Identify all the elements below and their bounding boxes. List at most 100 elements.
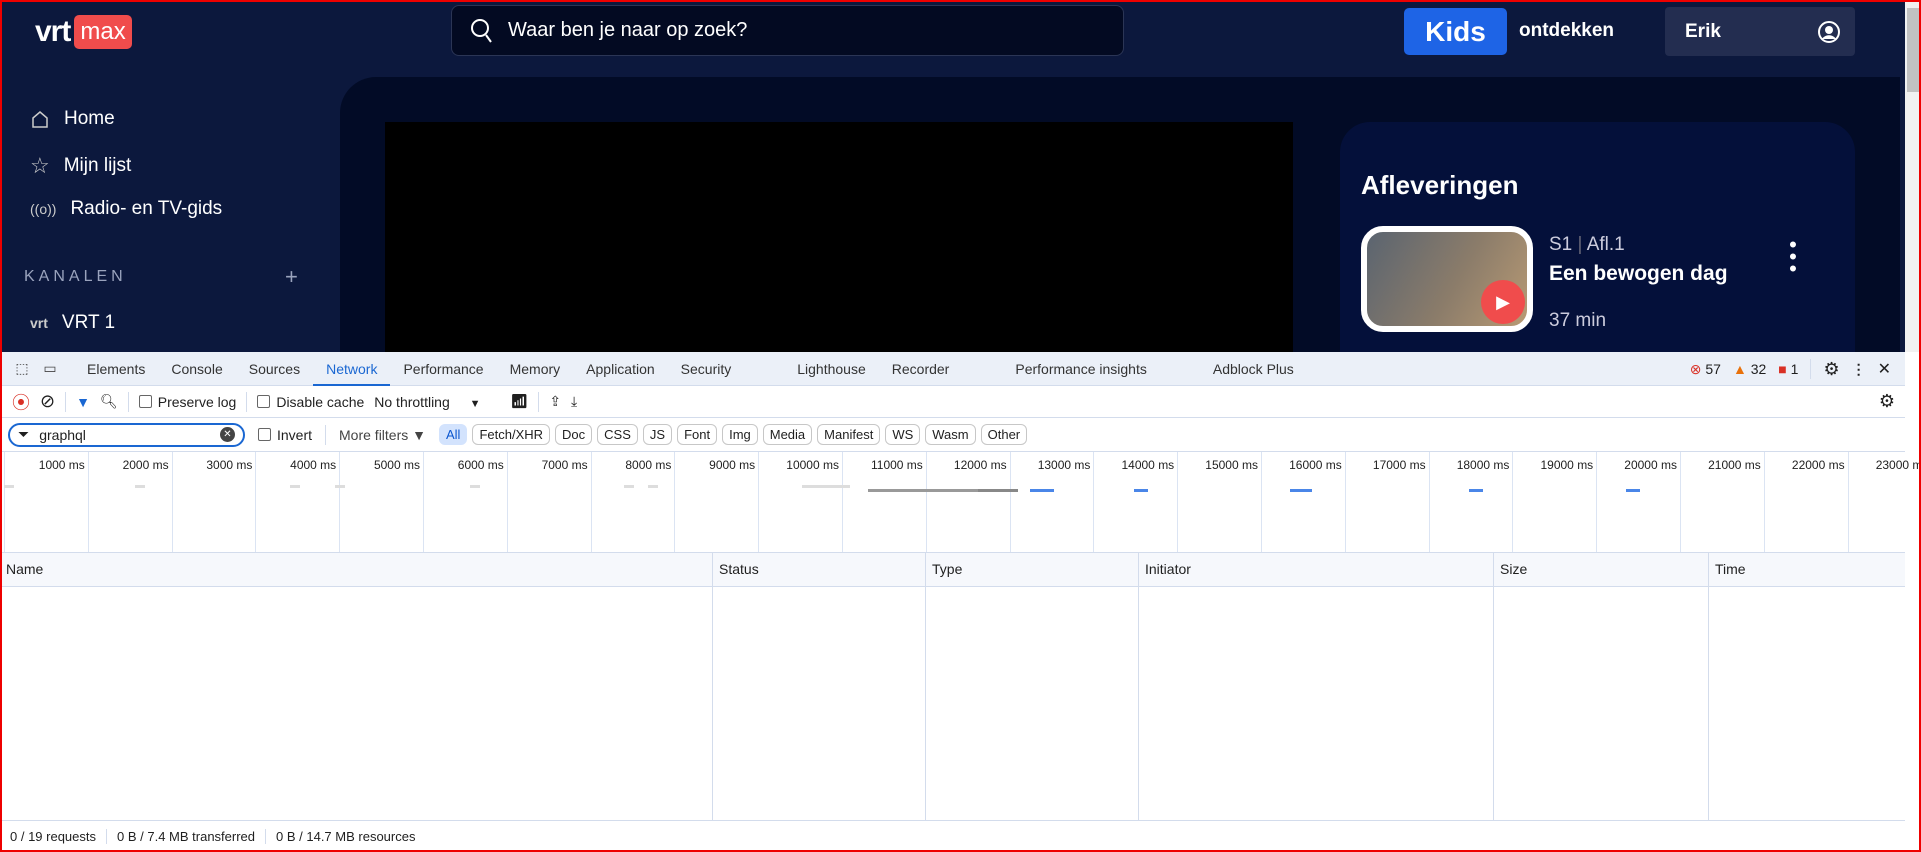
column-header-type[interactable]: Type bbox=[925, 553, 968, 821]
search-placeholder: Waar ben je naar op zoek? bbox=[508, 19, 748, 41]
tab-adblock-plus[interactable]: Adblock Plus bbox=[1200, 352, 1307, 386]
timeline-tick-label: 16000 ms bbox=[1289, 458, 1342, 472]
request-bar bbox=[802, 485, 850, 488]
timeline-tick: 9000 ms bbox=[674, 452, 758, 552]
timeline-tick: 23000 ms bbox=[1847, 452, 1921, 552]
requests-table: Name Status Type Initiator Size Time bbox=[0, 553, 1905, 821]
import-har-icon[interactable]: ⇪ bbox=[549, 393, 561, 410]
timeline-tick: 1000 ms bbox=[4, 452, 88, 552]
device-toolbar-icon[interactable]: ▭ bbox=[36, 360, 64, 377]
more-filters-dropdown[interactable]: More filters ▼ bbox=[339, 427, 426, 443]
request-bar bbox=[135, 485, 145, 488]
throttling-select[interactable]: No throttling ▼ bbox=[374, 394, 480, 410]
request-bar bbox=[1626, 489, 1640, 492]
vrt-max-logo[interactable]: vrt max bbox=[35, 15, 132, 49]
issues-badge[interactable]: ■ 1 bbox=[1778, 361, 1798, 377]
tab-lighthouse[interactable]: Lighthouse bbox=[784, 352, 879, 386]
column-header-size[interactable]: Size bbox=[1493, 553, 1533, 821]
search-icon[interactable]: 🔍︎ bbox=[100, 393, 118, 410]
column-label: Time bbox=[1715, 561, 1746, 577]
type-filter-js[interactable]: JS bbox=[642, 424, 673, 445]
type-filter-font[interactable]: Font bbox=[677, 424, 718, 445]
tab-recorder[interactable]: Recorder bbox=[879, 352, 963, 386]
issue-icon: ■ bbox=[1778, 361, 1787, 377]
resources-size: 0 B / 14.7 MB resources bbox=[276, 829, 416, 844]
disable-cache-checkbox[interactable]: Disable cache bbox=[257, 394, 364, 410]
timeline-tick: 11000 ms bbox=[842, 452, 926, 552]
discover-link[interactable]: ontdekken bbox=[1519, 20, 1614, 42]
timeline-tick-label: 21000 ms bbox=[1708, 458, 1761, 472]
column-header-status[interactable]: Status bbox=[712, 553, 765, 821]
video-player[interactable] bbox=[385, 122, 1293, 352]
user-menu-button[interactable]: Erik bbox=[1665, 7, 1855, 56]
channels-heading: KANALEN bbox=[24, 268, 127, 285]
tab-application[interactable]: Application bbox=[573, 352, 668, 386]
tab-performance-insights[interactable]: Performance insights bbox=[1002, 352, 1160, 386]
column-header-initiator[interactable]: Initiator bbox=[1138, 553, 1197, 821]
play-icon[interactable]: ▶ bbox=[1481, 280, 1525, 324]
sidebar-item-radio-tv-gids[interactable]: ((o)) Radio- en TV-gids bbox=[30, 198, 222, 220]
user-name: Erik bbox=[1685, 20, 1721, 42]
filter-icon[interactable]: ▼ bbox=[76, 394, 90, 410]
timeline-tick-label: 9000 ms bbox=[709, 458, 756, 472]
timeline-tick-label: 22000 ms bbox=[1791, 458, 1845, 472]
search-input[interactable]: Waar ben je naar op zoek? bbox=[451, 5, 1124, 56]
errors-badge[interactable]: ⊗ 57 bbox=[1690, 361, 1721, 378]
chevron-down-icon: ▼ bbox=[469, 397, 481, 410]
timeline-tick-label: 20000 ms bbox=[1624, 458, 1677, 472]
network-conditions-icon[interactable]: 📶︎ bbox=[511, 393, 529, 410]
type-filter-all[interactable]: All bbox=[439, 424, 468, 445]
filter-input[interactable]: ⏷ graphql ✕ bbox=[8, 422, 245, 447]
settings-icon[interactable]: ⚙ bbox=[1823, 359, 1839, 380]
inspect-element-icon[interactable]: ⬚ bbox=[8, 360, 36, 377]
type-filter-manifest[interactable]: Manifest bbox=[817, 424, 881, 445]
warnings-badge[interactable]: ▲ 32 bbox=[1733, 361, 1766, 377]
type-filter-css[interactable]: CSS bbox=[597, 424, 638, 445]
column-header-name[interactable]: Name bbox=[0, 553, 49, 821]
episode-thumbnail[interactable]: ▶ bbox=[1361, 226, 1533, 332]
timeline-tick: 21000 ms bbox=[1680, 452, 1764, 552]
invert-checkbox[interactable]: Invert bbox=[258, 427, 312, 443]
type-filter-fetch-xhr[interactable]: Fetch/XHR bbox=[472, 424, 551, 445]
network-settings-icon[interactable]: ⚙ bbox=[1879, 391, 1895, 412]
close-devtools-icon[interactable]: ✕ bbox=[1878, 359, 1891, 379]
clear-filter-icon[interactable]: ✕ bbox=[220, 427, 235, 442]
request-bar bbox=[1469, 489, 1483, 492]
record-stop-icon[interactable]: ⦿ bbox=[12, 389, 30, 415]
tab-sources[interactable]: Sources bbox=[236, 352, 313, 386]
type-filter-other[interactable]: Other bbox=[980, 424, 1028, 445]
export-har-icon[interactable]: ⤓ bbox=[571, 393, 577, 410]
type-filter-img[interactable]: Img bbox=[722, 424, 758, 445]
channel-item-vrt1[interactable]: vrt VRT 1 bbox=[30, 312, 115, 334]
episode-title[interactable]: Een bewogen dag bbox=[1549, 262, 1728, 286]
network-overview-timeline[interactable]: 1000 ms 2000 ms 3000 ms 4000 ms 5000 ms 6000 … bbox=[0, 452, 1921, 553]
timeline-tick: 22000 ms bbox=[1763, 452, 1848, 552]
timeline-tick-label: 11000 ms bbox=[870, 458, 923, 472]
type-filter-media[interactable]: Media bbox=[762, 424, 813, 445]
tab-console[interactable]: Console bbox=[158, 352, 235, 386]
more-menu-icon[interactable]: ⋮ bbox=[1852, 361, 1866, 378]
timeline-tick-label: 10000 ms bbox=[786, 458, 839, 472]
more-options-icon[interactable]: • • • bbox=[1788, 234, 1798, 280]
tab-performance[interactable]: Performance bbox=[390, 352, 496, 386]
page-scrollbar[interactable] bbox=[1905, 0, 1921, 352]
tab-memory[interactable]: Memory bbox=[497, 352, 574, 386]
request-bar bbox=[470, 485, 480, 488]
kids-button[interactable]: Kids bbox=[1404, 8, 1507, 55]
tab-elements[interactable]: Elements bbox=[74, 352, 158, 386]
timeline-tick-label: 15000 ms bbox=[1205, 458, 1258, 472]
tab-network[interactable]: Network bbox=[313, 352, 391, 386]
add-channel-button[interactable]: + bbox=[285, 264, 298, 290]
type-filter-wasm[interactable]: Wasm bbox=[925, 424, 976, 445]
sidebar-item-home[interactable]: Home bbox=[30, 108, 115, 130]
sidebar-item-mijn-lijst[interactable]: ☆ Mijn lijst bbox=[30, 153, 131, 179]
tab-security[interactable]: Security bbox=[668, 352, 745, 386]
clear-icon[interactable]: ⊘ bbox=[40, 391, 55, 412]
episode-season: S1 bbox=[1549, 234, 1573, 255]
timeline-tick: 16000 ms bbox=[1261, 452, 1345, 552]
type-filter-ws[interactable]: WS bbox=[885, 424, 921, 445]
preserve-log-checkbox[interactable]: Preserve log bbox=[138, 394, 236, 410]
type-filter-doc[interactable]: Doc bbox=[555, 424, 593, 445]
request-bar bbox=[648, 485, 658, 488]
column-header-time[interactable]: Time bbox=[1708, 553, 1752, 821]
